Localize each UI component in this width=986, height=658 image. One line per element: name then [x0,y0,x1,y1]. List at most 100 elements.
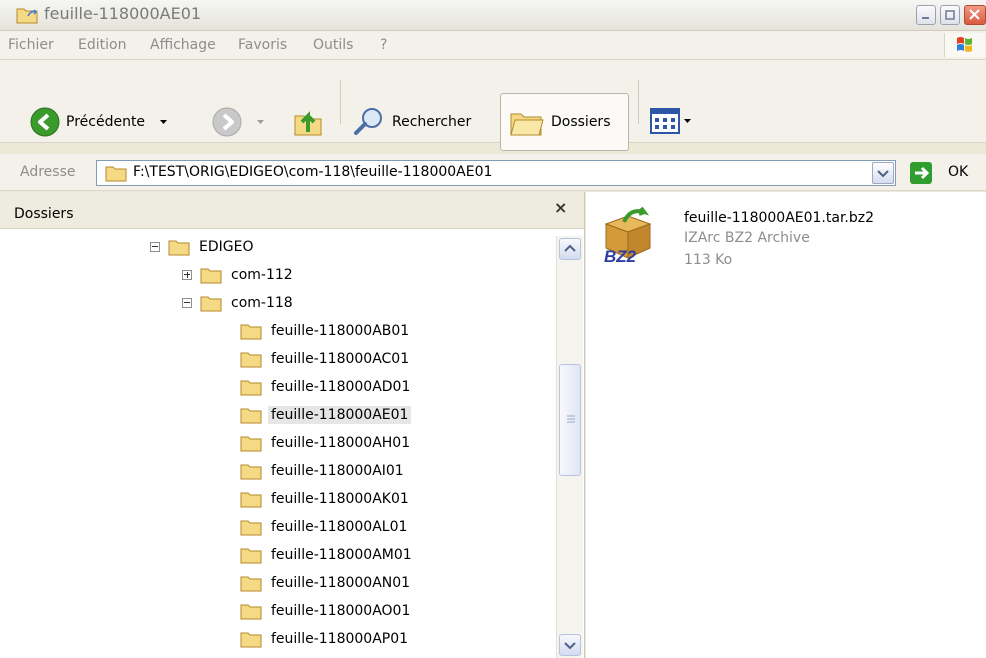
address-input[interactable]: F:\TEST\ORIG\EDIGEO\com-118\feuille-1180… [96,160,896,186]
tree-node[interactable]: feuille-118000AI01 [240,460,407,482]
tree-node-label: feuille-118000AC01 [271,351,410,367]
folder-icon [240,520,262,536]
tree-node[interactable]: feuille-118000AC01 [240,348,412,370]
scroll-up-button[interactable] [559,238,581,260]
tree-node[interactable]: feuille-118000AL01 [240,516,410,538]
search-button[interactable]: Rechercher [352,106,471,138]
folder-icon [240,324,262,340]
maximize-button[interactable] [940,5,960,25]
search-label: Rechercher [392,114,472,130]
tree-node[interactable]: feuille-118000AD01 [240,376,413,398]
title-bar[interactable]: feuille-118000AE01 [0,0,986,31]
chevron-down-icon [564,642,576,650]
address-path: F:\TEST\ORIG\EDIGEO\com-118\feuille-1180… [133,164,493,180]
tree-node[interactable]: feuille-118000AE01 [240,404,412,426]
folder-icon [240,632,262,648]
tree-node-label: feuille-118000AE01 [268,406,412,424]
views-dropdown-icon[interactable] [682,116,694,126]
tree-node-label: feuille-118000AO01 [271,603,411,619]
toolbar: Précédente Rechercher Dossiers [0,60,986,151]
scroll-thumb[interactable] [559,364,581,476]
tree-node[interactable]: feuille-118000AH01 [240,432,413,454]
file-name: feuille-118000AE01.tar.bz2 [684,210,875,226]
menu-favoris[interactable]: Favoris [238,37,287,53]
menu-bar: Fichier Edition Affichage Favoris Outils… [0,31,986,60]
folders-pane-header: Dossiers × [0,192,584,229]
back-dropdown-icon[interactable] [157,117,171,127]
tree-node[interactable]: feuille-118000AM01 [240,544,415,566]
close-icon [969,9,980,20]
minimize-icon [922,17,929,19]
file-list-pane: BZ2 feuille-118000AE01.tar.bz2 IZArc BZ2… [586,192,986,658]
back-arrow-icon [30,107,60,137]
bz2-archive-icon: BZ2 [604,206,652,264]
views-button[interactable] [650,108,694,134]
folder-up-icon [294,111,322,136]
tree-node[interactable]: feuille-118000AK01 [240,488,412,510]
go-arrow-icon[interactable] [910,162,932,184]
folder-icon [240,408,262,424]
tree-node[interactable]: EDIGEO [150,236,256,258]
folders-pane-close-button[interactable]: × [554,198,567,217]
go-button[interactable]: OK [948,164,968,180]
back-button[interactable]: Précédente [30,107,171,137]
tree-node-label: EDIGEO [199,239,254,255]
tree-node-label: com-112 [231,267,293,283]
minimize-button[interactable] [916,5,936,25]
collapse-icon[interactable] [150,242,160,252]
tree-node-label: feuille-118000AH01 [271,435,411,451]
folders-icon [510,113,544,136]
tree-node[interactable]: com-118 [182,292,296,314]
folders-pane: Dossiers × EDIGEO com-112 com-118 feuille-1… [0,192,585,658]
forward-button[interactable] [212,107,268,137]
menu-affichage[interactable]: Affichage [150,37,216,53]
tree-node-label: feuille-118000AP01 [271,631,409,647]
explorer-window: feuille-118000AE01 Fichier Edition Affic… [0,0,986,658]
up-button[interactable] [292,104,324,138]
forward-arrow-icon [212,107,242,137]
folder-icon [240,548,262,564]
back-label: Précédente [66,114,146,130]
folder-icon [240,604,262,620]
close-button[interactable] [964,5,986,25]
chevron-down-icon [877,170,889,178]
menu-help[interactable]: ? [380,37,387,53]
chevron-up-icon [564,244,576,252]
file-size: 113 Ko [684,252,733,268]
collapse-icon[interactable] [182,298,192,308]
tree-node[interactable]: feuille-118000AB01 [240,320,412,342]
folder-window-icon [16,8,38,24]
tree-node-label: feuille-118000AK01 [271,491,409,507]
menu-edition[interactable]: Edition [78,37,126,53]
address-bar: Adresse F:\TEST\ORIG\EDIGEO\com-118\feui… [0,154,986,191]
folder-icon [240,464,262,480]
folder-icon [240,492,262,508]
tree-node-label: feuille-118000AB01 [271,323,410,339]
folders-button[interactable]: Dossiers [500,93,629,151]
folders-label: Dossiers [551,114,611,130]
tree-node-label: feuille-118000AL01 [271,519,408,535]
folder-icon [105,166,127,182]
folder-icon [240,380,262,396]
tree-node-label: feuille-118000AM01 [271,547,412,563]
menu-outils[interactable]: Outils [313,37,353,53]
tree-node[interactable]: feuille-118000AN01 [240,572,413,594]
folder-icon [168,240,190,256]
address-label: Adresse [20,164,76,180]
folder-icon [240,352,262,368]
tree-node[interactable]: feuille-118000AP01 [240,628,411,650]
tree-node[interactable]: feuille-118000AO01 [240,600,413,622]
folder-icon [200,268,222,284]
scroll-down-button[interactable] [559,634,581,656]
search-icon [354,108,382,135]
expand-icon[interactable] [182,270,192,280]
file-type: IZArc BZ2 Archive [684,230,810,246]
folder-icon [200,296,222,312]
tree-node[interactable]: com-112 [182,264,296,286]
folder-icon [240,436,262,452]
forward-dropdown-icon[interactable] [254,117,268,127]
address-dropdown-button[interactable] [872,162,894,184]
window-title: feuille-118000AE01 [44,4,202,23]
menu-fichier[interactable]: Fichier [8,37,54,53]
folder-tree-scrollbar[interactable] [556,236,583,658]
